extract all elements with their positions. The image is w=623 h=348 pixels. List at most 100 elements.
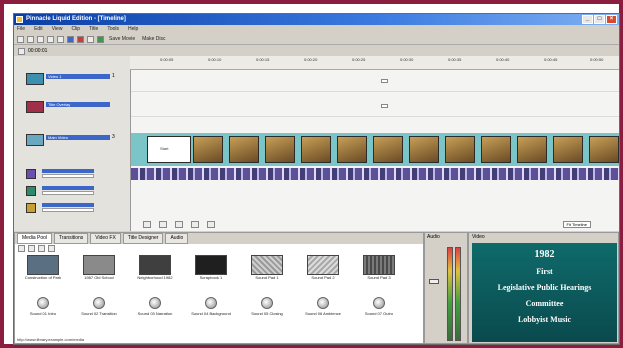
audio-file-icon — [37, 297, 49, 309]
preview-screen[interactable]: 1982 First Legislative Public Hearings C… — [472, 243, 617, 342]
cut-icon[interactable] — [87, 35, 94, 43]
video-clip[interactable] — [301, 136, 331, 163]
view-icon[interactable] — [38, 245, 45, 252]
make-disc-button[interactable]: Make Disc — [140, 36, 167, 42]
track-header-main-video[interactable]: Main Video 3 — [16, 133, 128, 147]
track-header-audio-2[interactable] — [16, 184, 128, 198]
play-icon[interactable] — [159, 220, 167, 228]
tab-transitions[interactable]: Transitions — [54, 233, 89, 244]
redo-icon[interactable] — [57, 35, 64, 43]
track-lane-title-overlay[interactable] — [131, 96, 619, 117]
track-volume[interactable] — [42, 174, 94, 178]
time-ruler[interactable]: 0:00:05 0:00:10 0:00:15 0:00:20 0:00:25 … — [130, 56, 619, 70]
track-lane-video-1[interactable] — [131, 71, 619, 92]
video-clip[interactable] — [589, 136, 619, 163]
audio-item[interactable]: Sound 07 Outro — [355, 293, 403, 316]
video-clip[interactable] — [481, 136, 511, 163]
stop-icon[interactable] — [175, 220, 183, 228]
track-header-video-1[interactable]: Video 1 1 — [16, 72, 128, 86]
audio-item[interactable]: Sound 06 Ambience — [299, 293, 347, 316]
media-item[interactable]: 1987 Old School — [75, 255, 123, 280]
volume-fader[interactable] — [429, 279, 439, 284]
video-clip[interactable] — [373, 136, 403, 163]
audio-file-icon — [317, 297, 329, 309]
track-name[interactable]: Video 1 — [46, 74, 110, 79]
ruler-tick: 0:00:20 — [304, 57, 318, 62]
menu-view[interactable]: View — [52, 25, 63, 34]
media-item[interactable]: Construction of Park — [19, 255, 67, 280]
tab-media-pool[interactable]: Media Pool — [17, 233, 53, 244]
media-item[interactable]: Sound Pad 1 — [243, 255, 291, 280]
menu-tools[interactable]: Tools — [107, 25, 119, 34]
audio-item[interactable]: Sound 03 Narration — [131, 293, 179, 316]
new-icon[interactable] — [17, 35, 24, 43]
menu-clip[interactable]: Clip — [71, 25, 80, 34]
menu-help[interactable]: Help — [128, 25, 138, 34]
loop-icon[interactable] — [207, 220, 215, 228]
split-icon[interactable] — [67, 35, 74, 43]
track-lane-music[interactable] — [131, 201, 619, 215]
track-header-title-overlay[interactable]: Title Overlay — [16, 100, 128, 114]
video-clip[interactable] — [409, 136, 439, 163]
track-name[interactable] — [42, 169, 94, 173]
media-label: Scrapbook 1 — [199, 275, 223, 280]
track-volume[interactable] — [42, 191, 94, 195]
ruler-tick: 0:00:15 — [256, 57, 270, 62]
track-name[interactable]: Title Overlay — [46, 102, 110, 107]
media-thumbnail — [251, 255, 283, 275]
audio-label: Sound 01 Intro — [29, 311, 57, 316]
menu-title[interactable]: Title — [89, 25, 98, 34]
video-clip[interactable] — [553, 136, 583, 163]
video-filmstrip[interactable]: Start — [131, 133, 619, 166]
audio-item[interactable]: Sound 01 Intro — [19, 293, 67, 316]
folder-icon[interactable] — [28, 245, 35, 252]
import-icon[interactable] — [18, 245, 25, 252]
video-clip[interactable] — [193, 136, 223, 163]
video-clip[interactable] — [229, 136, 259, 163]
track-header-music[interactable] — [16, 201, 128, 215]
video-clip[interactable] — [445, 136, 475, 163]
track-thumbnail — [26, 134, 44, 146]
ruler-tick: 0:00:50 — [590, 57, 604, 62]
fast-forward-icon[interactable] — [191, 220, 199, 228]
delete-icon[interactable] — [77, 35, 84, 43]
save-icon[interactable] — [37, 35, 44, 43]
minimize-button[interactable]: _ — [582, 15, 593, 24]
audio-item[interactable]: Sound 02 Transition — [75, 293, 123, 316]
open-icon[interactable] — [27, 35, 34, 43]
menu-edit[interactable]: Edit — [34, 25, 43, 34]
media-item[interactable]: Neighborhood 1982 — [131, 255, 179, 280]
record-icon[interactable] — [97, 35, 104, 43]
maximize-button[interactable]: □ — [594, 15, 605, 24]
media-thumbnail — [83, 255, 115, 275]
ruler-tick: 0:00:25 — [352, 57, 366, 62]
menu-file[interactable]: File — [17, 25, 25, 34]
track-lane-audio-1[interactable] — [131, 167, 619, 181]
video-clip[interactable]: Start — [147, 136, 191, 163]
close-button[interactable]: × — [606, 15, 617, 24]
sort-icon[interactable] — [48, 245, 55, 252]
media-item[interactable]: Sound Pad 2 — [299, 255, 347, 280]
save-movie-button[interactable]: Save Movie — [107, 36, 137, 42]
audio-item[interactable]: Sound 04 Background — [187, 293, 235, 316]
tab-video-fx[interactable]: Video FX — [90, 233, 121, 244]
tab-audio[interactable]: Audio — [165, 233, 189, 244]
track-header-audio-1[interactable] — [16, 167, 128, 181]
track-name[interactable]: Main Video — [46, 135, 110, 140]
track-name[interactable] — [42, 203, 94, 207]
track-volume[interactable] — [42, 208, 94, 212]
rewind-icon[interactable] — [143, 220, 151, 228]
tab-title-designer[interactable]: Title Designer — [122, 233, 164, 244]
video-clip[interactable] — [337, 136, 367, 163]
media-item[interactable]: Sound Pad 3 — [355, 255, 403, 280]
audio-file-icon — [149, 297, 161, 309]
audio-item[interactable]: Sound 05 Closing — [243, 293, 291, 316]
video-clip[interactable] — [265, 136, 295, 163]
undo-icon[interactable] — [47, 35, 54, 43]
track-lane-audio-2[interactable] — [131, 184, 619, 198]
zoom-select[interactable]: Fit Timeline — [562, 220, 591, 228]
level-meter-right — [455, 247, 461, 341]
media-item[interactable]: Scrapbook 1 — [187, 255, 235, 280]
track-name[interactable] — [42, 186, 94, 190]
video-clip[interactable] — [517, 136, 547, 163]
